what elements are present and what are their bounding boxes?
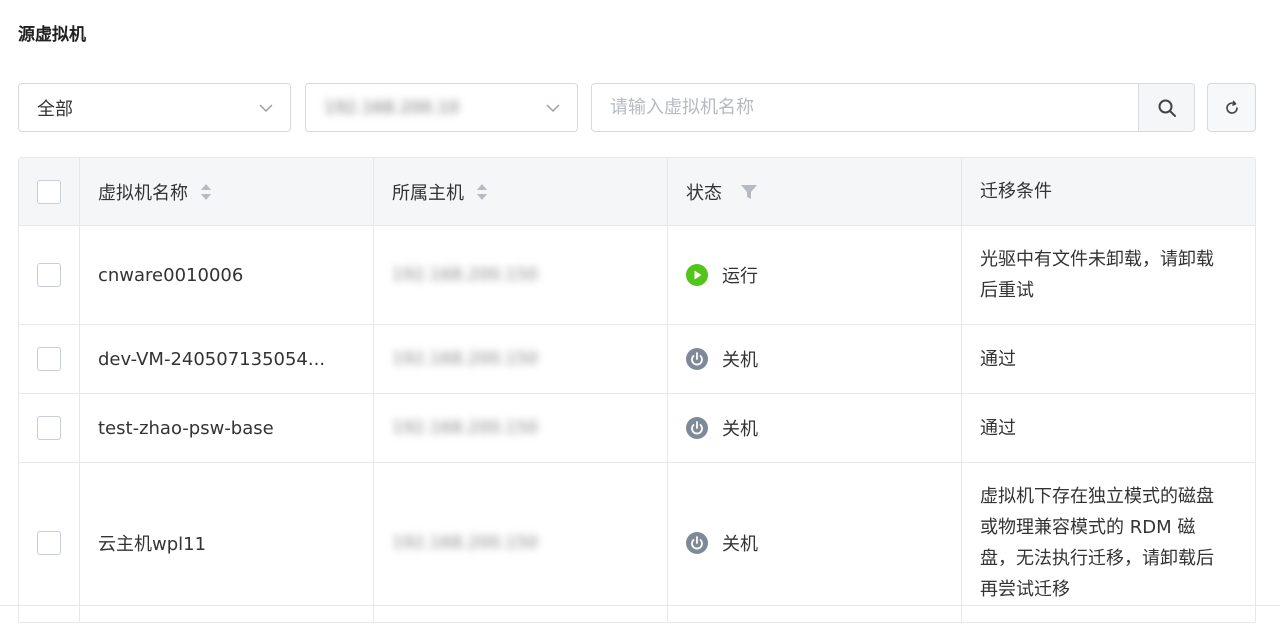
vm-condition-text: 通过 (980, 348, 1016, 370)
vm-name-text: cnware0010006 (98, 264, 244, 286)
select-all-checkbox[interactable] (37, 179, 61, 204)
vm-condition: 通过 (962, 325, 1255, 393)
select-all-cell (19, 158, 80, 225)
refresh-button[interactable] (1207, 83, 1256, 132)
vm-name-text: 云主机wpl11 (98, 533, 207, 555)
vm-status-text: 运行 (722, 266, 758, 287)
vm-status: 关机 (668, 325, 962, 393)
row-checkbox-cell (19, 463, 80, 622)
vm-condition-text: 光驱中有文件未卸载，请卸载后重试 (980, 249, 1214, 301)
filter-icon[interactable] (740, 184, 758, 200)
power-off-icon (686, 348, 708, 370)
header-status: 状态 (668, 158, 962, 225)
search-icon (1158, 99, 1176, 117)
table-row[interactable]: 云主机wpl11 192.168.200.150 关机 虚拟机下存在独立模式的磁… (19, 463, 1255, 623)
row-checkbox-cell (19, 226, 80, 324)
header-name-label: 虚拟机名称 (98, 182, 188, 204)
vm-status: 关机 (668, 394, 962, 462)
vm-host-text: 192.168.200.150 (392, 265, 539, 285)
refresh-icon (1225, 100, 1238, 114)
vm-condition: 虚拟机下存在独立模式的磁盘或物理兼容模式的 RDM 磁盘，无法执行迁移，请卸载后… (962, 463, 1255, 622)
search-input[interactable] (592, 84, 1138, 131)
host-select[interactable]: 192.168.200.10 (305, 83, 578, 132)
vm-status: 运行 (668, 226, 962, 324)
search-button[interactable] (1138, 84, 1194, 131)
vm-host-text: 192.168.200.150 (392, 418, 539, 438)
vm-condition: 光驱中有文件未卸载，请卸载后重试 (962, 226, 1255, 324)
type-select[interactable]: 全部 (18, 83, 291, 132)
vm-host: 192.168.200.150 (374, 463, 668, 622)
table-row[interactable]: cnware0010006 192.168.200.150 运行 光驱中有文件未… (19, 226, 1255, 325)
header-condition-label: 迁移条件 (980, 181, 1052, 202)
row-checkbox[interactable] (37, 416, 61, 440)
vm-name: cnware0010006 (80, 226, 374, 324)
host-select-value: 192.168.200.10 (324, 97, 460, 118)
running-icon (686, 264, 708, 286)
vm-condition-text: 通过 (980, 417, 1016, 439)
chevron-down-icon (259, 103, 273, 112)
sort-icon[interactable] (200, 183, 212, 201)
type-select-value: 全部 (37, 98, 73, 120)
search-box (591, 83, 1195, 132)
vm-host: 192.168.200.150 (374, 325, 668, 393)
vm-host-text: 192.168.200.150 (392, 532, 539, 553)
vm-name: test-zhao-psw-base (80, 394, 374, 462)
vm-status-text: 关机 (722, 533, 758, 555)
vm-host-text: 192.168.200.150 (392, 349, 539, 369)
vm-name-text: test-zhao-psw-base (98, 417, 274, 439)
vm-name-text: dev-VM-240507135054... (98, 348, 326, 370)
vm-table: 虚拟机名称 所属主机 状态 迁移条件 cnware0010006 192.168… (18, 157, 1256, 623)
row-checkbox[interactable] (37, 263, 61, 287)
vm-status-text: 关机 (722, 419, 758, 440)
vm-condition-text: 虚拟机下存在独立模式的磁盘或物理兼容模式的 RDM 磁盘，无法执行迁移，请卸载后… (980, 486, 1214, 600)
table-row[interactable]: dev-VM-240507135054... 192.168.200.150 关… (19, 325, 1255, 394)
row-checkbox[interactable] (37, 530, 61, 555)
power-off-icon (686, 417, 708, 439)
vm-name: 云主机wpl11 (80, 463, 374, 622)
vm-host: 192.168.200.150 (374, 394, 668, 462)
vm-host: 192.168.200.150 (374, 226, 668, 324)
header-condition: 迁移条件 (962, 158, 1255, 225)
bottom-divider (0, 605, 1280, 606)
vm-name: dev-VM-240507135054... (80, 325, 374, 393)
header-status-label: 状态 (686, 182, 722, 204)
header-host-label: 所属主机 (392, 182, 464, 204)
section-title: 源虚拟机 (18, 25, 86, 45)
chevron-down-icon (546, 103, 560, 112)
header-host[interactable]: 所属主机 (374, 158, 668, 225)
row-checkbox[interactable] (37, 347, 61, 371)
header-name[interactable]: 虚拟机名称 (80, 158, 374, 225)
power-off-icon (686, 531, 708, 554)
vm-status: 关机 (668, 463, 962, 622)
table-row[interactable]: test-zhao-psw-base 192.168.200.150 关机 通过 (19, 394, 1255, 463)
vm-condition: 通过 (962, 394, 1255, 462)
row-checkbox-cell (19, 394, 80, 462)
sort-icon[interactable] (476, 183, 488, 201)
row-checkbox-cell (19, 325, 80, 393)
table-header: 虚拟机名称 所属主机 状态 迁移条件 (19, 158, 1255, 226)
vm-status-text: 关机 (722, 350, 758, 371)
